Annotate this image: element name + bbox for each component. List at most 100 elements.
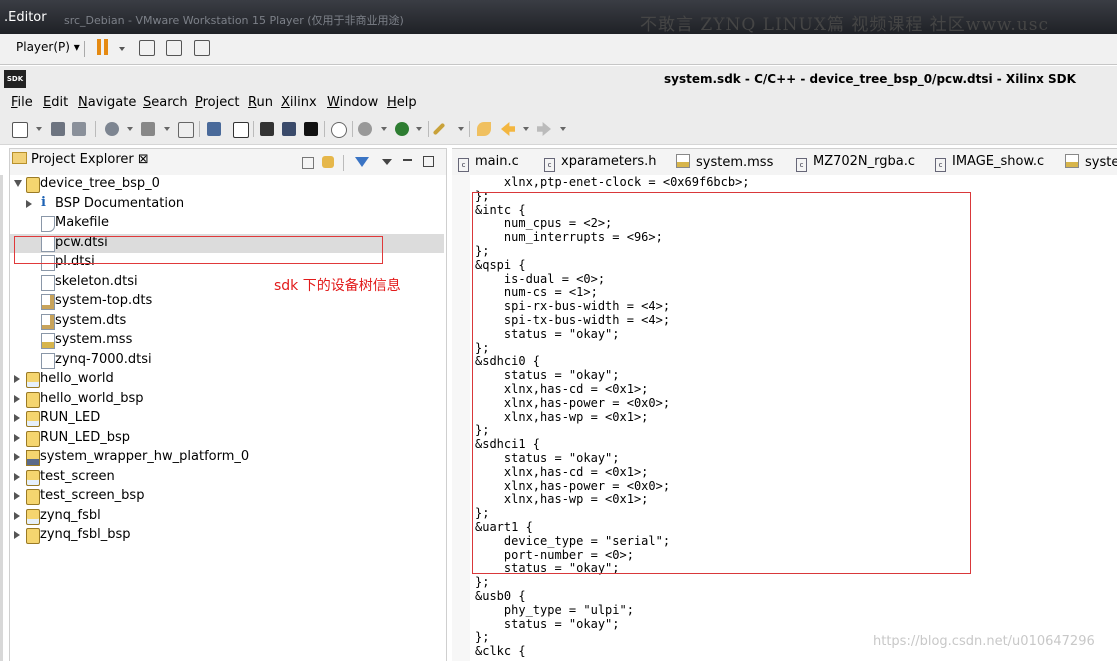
new-icon[interactable]	[12, 122, 28, 138]
tree-item[interactable]: test_screen_bsp	[10, 487, 444, 506]
menu-window[interactable]: Window	[327, 95, 378, 110]
separator	[253, 121, 254, 137]
collapse-all-icon[interactable]	[302, 157, 314, 169]
mss-icon	[1065, 154, 1079, 168]
tree-item[interactable]: zynq-7000.dtsi	[10, 351, 444, 370]
separator	[95, 121, 96, 137]
info-icon: i	[41, 194, 46, 210]
sdk-title-bar: SDK system.sdk - C/C++ - device_tree_bsp…	[0, 66, 1117, 93]
player-menu[interactable]: Player(P) ▾	[16, 40, 80, 54]
menu-run[interactable]: Run	[248, 95, 273, 110]
separator	[84, 41, 85, 57]
tab-label: IMAGE_show.c	[952, 154, 1045, 169]
menu-edit[interactable]: Edit	[43, 95, 68, 110]
dts-icon	[41, 313, 55, 330]
chevron-down-icon[interactable]	[560, 127, 566, 131]
chevron-down-icon[interactable]	[127, 127, 133, 131]
chevron-right-icon[interactable]	[14, 375, 20, 383]
menu-search[interactable]: Search	[143, 95, 188, 110]
menu-file[interactable]: File	[11, 95, 33, 110]
save-icon[interactable]	[51, 122, 65, 136]
tree-item[interactable]: system.mss	[10, 331, 444, 350]
chevron-right-icon[interactable]	[14, 414, 20, 422]
chevron-down-icon[interactable]	[381, 127, 387, 131]
tree-item[interactable]: system_wrapper_hw_platform_0	[10, 448, 444, 467]
tree-item[interactable]: zynq_fsbl	[10, 507, 444, 526]
mss-icon	[41, 333, 55, 349]
tree-item[interactable]: hello_world_bsp	[10, 390, 444, 409]
chevron-down-icon[interactable]	[119, 47, 125, 51]
separator	[469, 121, 470, 137]
tree-item[interactable]: i BSP Documentation	[10, 195, 444, 214]
tree-item[interactable]: hello_world	[10, 370, 444, 389]
csdn-watermark: https://blog.csdn.net/u010647296	[873, 634, 1095, 649]
build-icon[interactable]	[105, 122, 119, 136]
terminal-icon[interactable]	[233, 122, 249, 138]
back-icon[interactable]	[501, 122, 515, 136]
tab-label: xparameters.h	[561, 154, 657, 169]
c-file-icon: c	[458, 158, 469, 172]
menu-help[interactable]: Help	[387, 95, 417, 110]
tab-system-mss[interactable]: system.mss	[676, 154, 773, 170]
tree-item-label: zynq-7000.dtsi	[55, 351, 152, 367]
chevron-right-icon[interactable]	[14, 394, 20, 403]
chevron-down-icon[interactable]	[416, 127, 422, 131]
tab-image-show-c[interactable]: c IMAGE_show.c	[935, 154, 1044, 172]
fullscreen-icon[interactable]	[166, 40, 182, 56]
xsdb-icon[interactable]	[207, 122, 221, 136]
chevron-down-icon[interactable]	[14, 180, 22, 187]
forward-icon[interactable]	[537, 122, 551, 136]
bitstream-icon[interactable]	[282, 122, 296, 136]
link-editor-icon[interactable]	[322, 156, 334, 168]
view-menu-icon[interactable]	[382, 159, 392, 165]
chevron-right-icon[interactable]	[14, 511, 20, 520]
run-icon[interactable]	[395, 122, 409, 136]
chevron-down-icon[interactable]	[523, 127, 529, 131]
tree-item[interactable]: test_screen	[10, 468, 444, 487]
tree-item[interactable]: system.dts	[10, 312, 444, 331]
filter-icon[interactable]	[355, 157, 369, 167]
chevron-right-icon[interactable]	[14, 472, 20, 481]
tab-main-c[interactable]: c main.c	[458, 154, 519, 172]
minimize-icon[interactable]	[403, 159, 412, 161]
save-all-icon[interactable]	[72, 122, 86, 136]
tree-item[interactable]: Makefile	[10, 214, 444, 233]
pause-icon[interactable]	[97, 39, 101, 55]
menu-xilinx[interactable]: Xilinx	[281, 95, 317, 110]
chevron-down-icon[interactable]	[36, 127, 42, 131]
tab-mz702n-rgba-c[interactable]: c MZ702N_rgba.c	[796, 154, 915, 172]
tab-label: syster	[1085, 155, 1117, 170]
sdk-window-title: system.sdk - C/C++ - device_tree_bsp_0/p…	[664, 72, 1076, 86]
chevron-right-icon[interactable]	[14, 453, 20, 461]
chip-icon[interactable]	[260, 122, 274, 136]
chevron-right-icon[interactable]	[14, 433, 20, 442]
tab-xparameters-h[interactable]: c xparameters.h	[544, 154, 656, 172]
debug-icon[interactable]	[358, 122, 372, 136]
chevron-down-icon[interactable]	[164, 127, 170, 131]
tree-item[interactable]: zynq_fsbl_bsp	[10, 526, 444, 545]
last-edit-icon[interactable]	[477, 122, 491, 136]
menu-project[interactable]: Project	[195, 95, 240, 110]
left-edge-scrollbar[interactable]	[0, 175, 3, 661]
program-fpga-icon[interactable]	[178, 122, 194, 138]
chevron-right-icon[interactable]	[14, 531, 20, 539]
maximize-icon[interactable]	[423, 156, 434, 167]
console-icon[interactable]	[304, 122, 318, 136]
chevron-right-icon[interactable]	[14, 492, 20, 500]
unity-icon[interactable]	[194, 40, 210, 56]
menu-navigate[interactable]: Navigate	[78, 95, 136, 110]
chevron-right-icon[interactable]	[26, 199, 32, 208]
send-keys-icon[interactable]	[139, 40, 155, 56]
tree-item-label: system.dts	[55, 312, 127, 328]
tree-item[interactable]: device_tree_bsp_0	[10, 175, 444, 194]
bsp-project-icon	[26, 430, 40, 447]
chevron-down-icon[interactable]	[458, 127, 464, 131]
tab-project-explorer[interactable]: Project Explorer ⊠	[12, 152, 149, 167]
tab-system-partial[interactable]: syster	[1065, 154, 1117, 170]
settings-icon[interactable]	[331, 122, 347, 138]
tree-item[interactable]: RUN_LED	[10, 409, 444, 428]
pen-icon[interactable]	[432, 122, 446, 136]
hammer-icon[interactable]	[141, 122, 155, 136]
tree-item[interactable]: RUN_LED_bsp	[10, 429, 444, 448]
tree-item-label: hello_world_bsp	[40, 390, 144, 406]
